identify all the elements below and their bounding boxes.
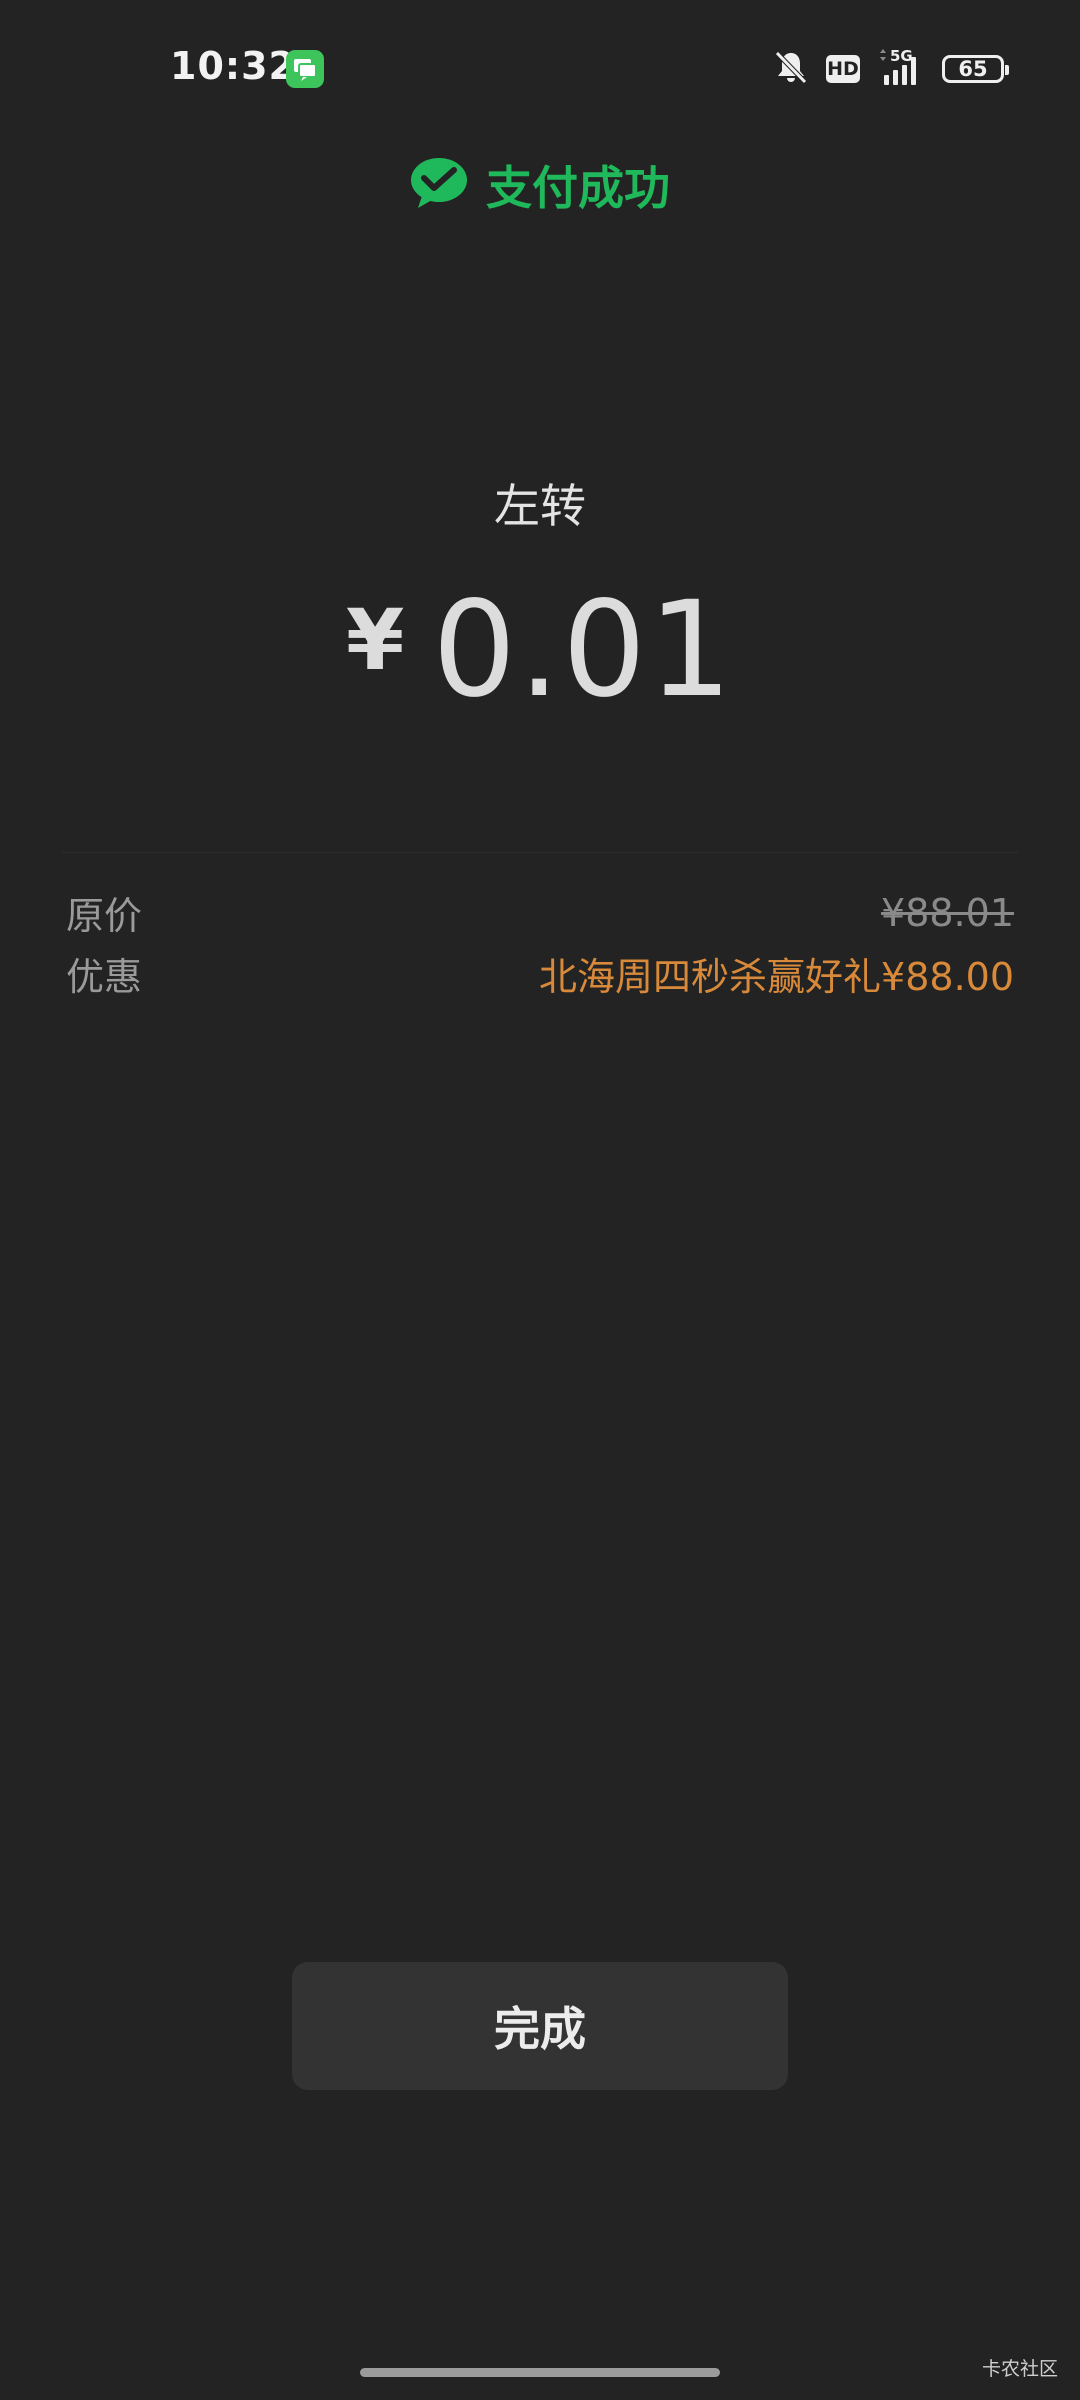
- mute-bell-icon: [774, 49, 808, 89]
- original-price-value: ¥88.01: [881, 890, 1014, 935]
- hd-badge: HD: [826, 55, 860, 83]
- discount-label: 优惠: [66, 955, 143, 999]
- payment-amount: ¥ 0.01: [0, 573, 1080, 727]
- home-indicator[interactable]: [360, 2368, 720, 2377]
- status-time: 10:32: [170, 44, 296, 88]
- network-type-label: 5G: [890, 47, 913, 65]
- battery-indicator: 65: [942, 55, 1009, 83]
- message-app-icon: [286, 50, 324, 88]
- wechat-pay-icon: [410, 156, 468, 214]
- done-button[interactable]: 完成: [292, 1962, 788, 2090]
- original-price-label: 原价: [66, 894, 143, 938]
- original-price-row: 原价 ¥88.01: [66, 885, 1014, 940]
- watermark: 卡农社区: [981, 2358, 1058, 2380]
- status-icons: HD 5G 65: [774, 47, 1009, 91]
- merchant-name: 左转: [494, 479, 586, 533]
- amount-value: 0.01: [432, 573, 735, 727]
- divider: [62, 852, 1018, 853]
- discount-row: 优惠 北海周四秒杀赢好礼¥88.00: [66, 946, 1014, 1001]
- payment-success-title: 支付成功: [486, 161, 670, 215]
- status-bar: 10:32 HD 5G 65: [0, 0, 1080, 136]
- payment-header: 支付成功: [0, 150, 1080, 220]
- signal-5g-icon: 5G: [878, 47, 924, 91]
- discount-value: 北海周四秒杀赢好礼¥88.00: [539, 955, 1014, 999]
- currency-symbol: ¥: [345, 591, 405, 689]
